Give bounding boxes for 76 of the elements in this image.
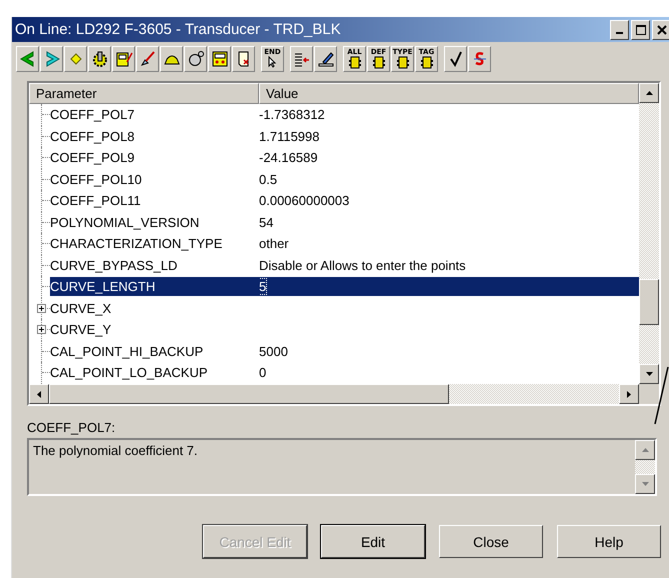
parameter-value: 0.5 [259, 172, 278, 187]
block-icon [420, 56, 434, 69]
parameter-name[interactable]: CURVE_Y [50, 320, 112, 340]
scroll-thumb[interactable] [639, 279, 659, 325]
description-scrollbar[interactable] [635, 440, 655, 494]
parameter-name[interactable]: COEFF_POL10 [50, 170, 142, 189]
toolbar-button[interactable] [444, 46, 467, 72]
toolbar-button[interactable] [88, 46, 111, 72]
parameter-value: -24.16589 [259, 150, 318, 166]
parameter-name[interactable]: CAL_POINT_HI_BACKUP [50, 342, 204, 361]
parameter-value: other [259, 236, 289, 252]
bell-icon [186, 50, 204, 68]
parameter-name[interactable]: CURVE_X [50, 298, 112, 318]
parameter-value: 1.7115998 [259, 128, 320, 144]
cursor-icon [266, 56, 278, 68]
toolbar-button[interactable] [232, 46, 255, 72]
parameter-name[interactable]: COEFF_POL8 [50, 126, 135, 146]
parameter-value: Disable or Allows to enter the points [259, 258, 466, 273]
parameter-name[interactable]: CHARACTERIZATION_TYPE [50, 234, 222, 254]
up-arrow-icon [646, 91, 652, 95]
close-icon [656, 24, 666, 34]
column-header[interactable]: Value [259, 83, 639, 104]
parameter-value: -1.7368312 [259, 107, 325, 122]
left-arrow-icon [18, 50, 36, 68]
toolbar-button[interactable] [290, 46, 313, 72]
parameter-name[interactable]: CAL_POINT_LO_BACKUP [50, 363, 208, 382]
vertical-scrollbar[interactable] [639, 83, 659, 384]
display-icon [210, 50, 228, 68]
expand-icon[interactable] [37, 304, 46, 312]
parameter-value: 0 [259, 365, 266, 380]
parameter-value: 5000 [259, 344, 288, 359]
parameter-name[interactable]: CURVE_LENGTH [50, 277, 259, 296]
horizontal-scrollbar[interactable] [29, 384, 659, 404]
scrollbar-corner [639, 384, 659, 404]
description-label: COEFF_POL7: [27, 420, 116, 437]
minimize-icon [616, 32, 623, 34]
description-text: The polynomial coefficient 7. [32, 442, 199, 460]
parameter-name[interactable]: COEFF_POL7 [50, 105, 135, 124]
toolbar-button[interactable] [314, 46, 337, 72]
right-arrow-icon [627, 390, 631, 398]
maximize-button[interactable] [631, 20, 650, 40]
dialog-button[interactable]: Edit [321, 525, 425, 558]
scroll-thumb[interactable] [49, 384, 449, 404]
parameter-name[interactable]: COEFF_POL11 [50, 191, 141, 210]
minimize-button[interactable] [610, 20, 629, 40]
parameter-name[interactable]: COEFF_POL9 [50, 148, 135, 168]
block-icon [396, 56, 410, 69]
parameter-value: 0.00060000003 [259, 193, 350, 208]
probe-icon [138, 50, 156, 68]
toolbar-button[interactable] [208, 46, 231, 72]
dialog-button[interactable]: Close [439, 525, 543, 558]
block-icon [348, 56, 362, 69]
up-arrow-icon [642, 448, 648, 452]
parameter-value: 5 [259, 279, 266, 294]
close-button[interactable] [652, 20, 669, 40]
down-arrow-icon [646, 372, 652, 376]
gear-icon [90, 50, 108, 68]
expand-icon[interactable] [37, 325, 46, 334]
column-header[interactable]: Parameter [29, 83, 259, 104]
meter-icon [114, 50, 132, 68]
block-icon [372, 56, 386, 69]
toolbar-button[interactable] [112, 46, 135, 72]
parameter-value: 54 [259, 214, 274, 230]
parameter-name[interactable]: CURVE_BYPASS_LD [50, 256, 178, 275]
toolbar-button[interactable] [40, 46, 63, 72]
left-arrow-icon [37, 390, 41, 398]
maximize-icon [636, 24, 646, 34]
parameter-name[interactable]: POLYNOMIAL_VERSION [50, 212, 200, 232]
toolbar-button[interactable] [160, 46, 183, 72]
toolbar-button[interactable] [16, 46, 39, 72]
toolbar-button[interactable] [184, 46, 207, 72]
down-arrow-icon [642, 482, 648, 486]
toolbar-button[interactable] [136, 46, 159, 72]
pen-icon [316, 50, 334, 68]
window-title: On Line: LD292 F-3605 - Transducer - TRD_BLK [14, 21, 341, 38]
dialog-button[interactable]: Help [557, 525, 661, 558]
